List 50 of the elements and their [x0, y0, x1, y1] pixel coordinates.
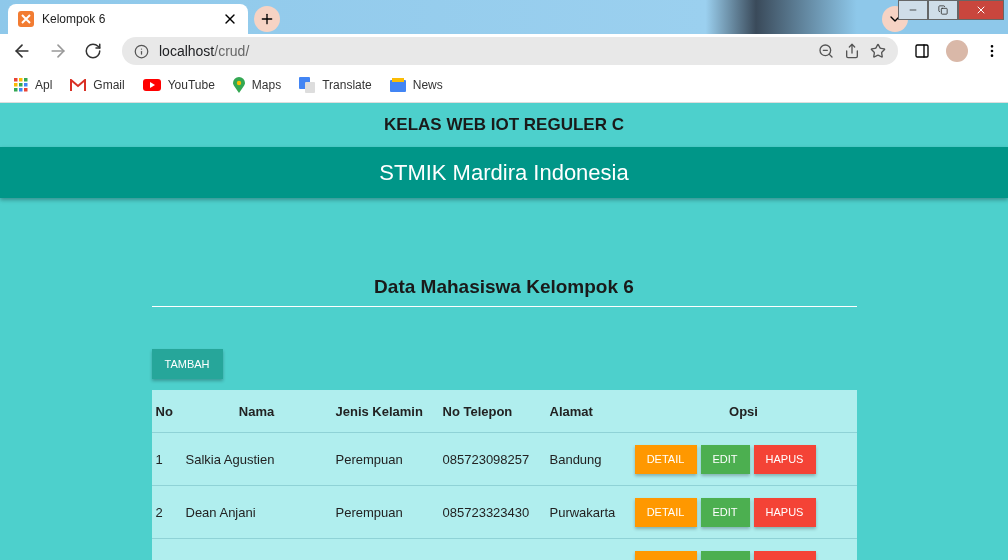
share-icon[interactable] [844, 43, 860, 59]
section-heading: Data Mahasiswa Kelompok 6 [151, 276, 857, 307]
close-icon [975, 4, 987, 16]
url-text: localhost/crud/ [159, 43, 251, 59]
table-cell: 085723098257 [438, 432, 546, 486]
bookmark-link[interactable]: Translate [299, 77, 372, 93]
table-cell: 1 [151, 432, 182, 486]
bookmark-link[interactable]: YouTube [142, 78, 215, 92]
tab-title: Kelompok 6 [42, 12, 107, 26]
minimize-button[interactable] [898, 0, 928, 20]
column-header: No Telepon [438, 390, 546, 433]
page-subtitle: KELAS WEB IOT REGULER C [384, 115, 624, 135]
apps-grid-icon [14, 78, 28, 92]
column-header: Opsi [630, 390, 857, 433]
address-bar[interactable]: localhost/crud/ [122, 37, 898, 65]
browser-tab[interactable]: Kelompok 6 [8, 4, 248, 34]
column-header: Nama [181, 390, 332, 433]
table-cell: 2 [151, 485, 182, 539]
table-cell: 085723323430 [438, 485, 546, 539]
bookmark-link[interactable]: News [389, 78, 443, 92]
restore-button[interactable] [928, 0, 958, 20]
table-cell: Purwakarta [545, 485, 631, 539]
column-header: Jenis Kelamin [331, 390, 439, 433]
table-cell: Bandung [545, 432, 631, 486]
delete-button[interactable]: HAPUS [753, 444, 816, 474]
zoom-out-icon[interactable] [818, 43, 834, 59]
table-cell: Salkia Agustien [181, 432, 332, 486]
app-logo-icon [18, 11, 34, 27]
translate-icon [299, 77, 316, 93]
delete-button[interactable]: HAPUS [753, 497, 816, 527]
table-cell: Dean Anjani [181, 485, 332, 539]
info-icon[interactable] [134, 43, 149, 59]
news-icon [389, 78, 406, 92]
reload-icon[interactable] [84, 42, 102, 60]
site-title: STMIK Mardira Indonesia [379, 159, 629, 186]
bookmark-link[interactable]: Maps [232, 77, 282, 93]
table-cell: Perempuan [331, 485, 439, 539]
bookmark-link[interactable]: Apl [14, 78, 53, 92]
star-icon[interactable] [870, 43, 886, 59]
play-icon [142, 79, 161, 91]
map-pin-icon [232, 77, 245, 93]
column-header: Alamat [545, 390, 631, 433]
column-header: No [151, 390, 182, 433]
side-panel-icon[interactable] [914, 43, 930, 59]
mail-icon [70, 79, 87, 91]
new-tab-button[interactable] [254, 6, 280, 32]
restore-icon [938, 5, 948, 15]
plus-icon [259, 11, 275, 27]
table-cell: Perempuan [331, 432, 439, 486]
bookmark-link[interactable]: Gmail [70, 78, 125, 92]
